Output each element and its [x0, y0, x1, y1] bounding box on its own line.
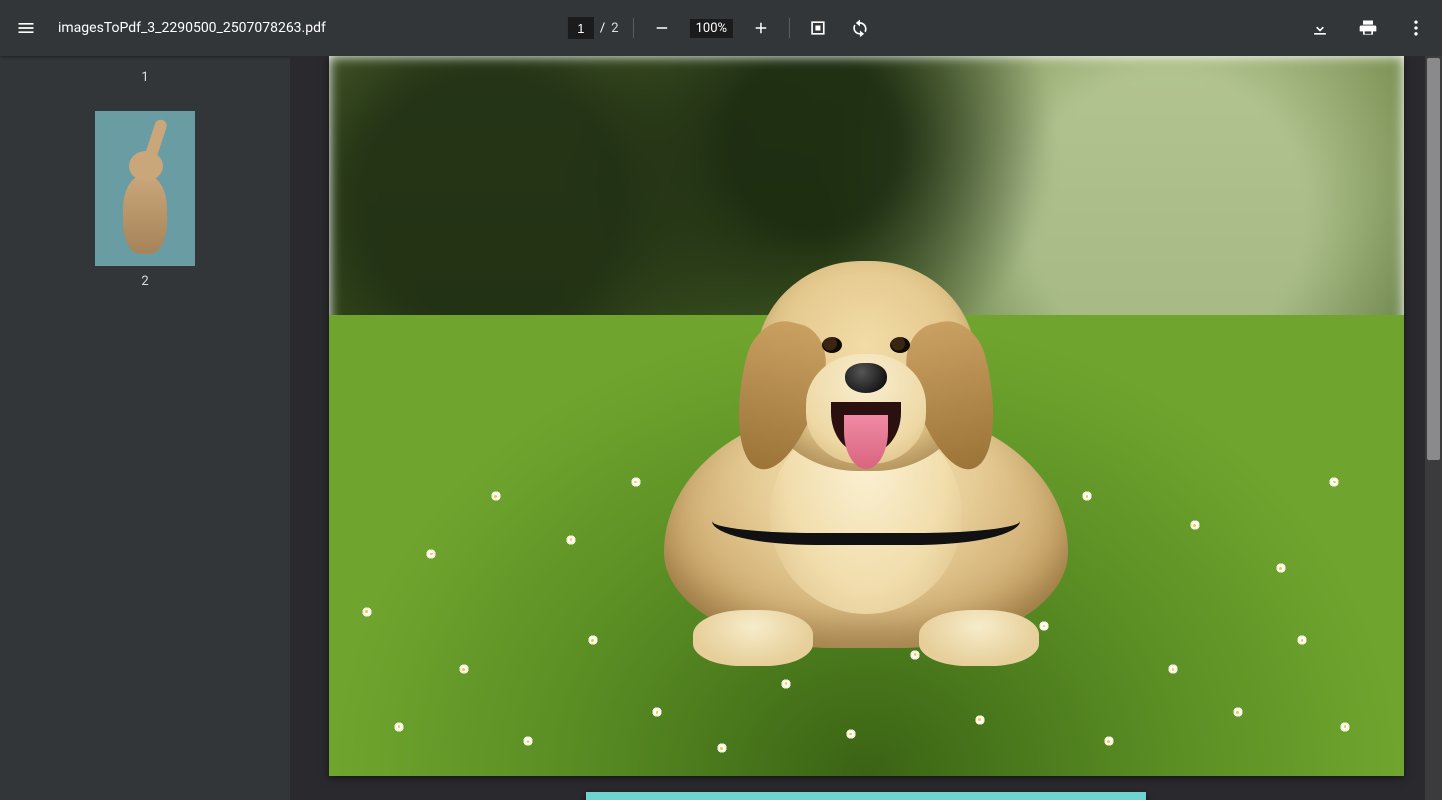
scrollbar-thumb[interactable] — [1427, 58, 1440, 460]
page-number-input[interactable] — [568, 17, 594, 39]
viewer-scroll[interactable] — [290, 56, 1442, 800]
fit-page-icon[interactable] — [804, 14, 832, 42]
thumbnail-image[interactable] — [95, 111, 195, 266]
vertical-scrollbar[interactable] — [1425, 56, 1442, 800]
thumbnail-item[interactable]: 1 — [141, 70, 148, 85]
page-image — [329, 56, 1404, 776]
menu-icon[interactable] — [12, 14, 40, 42]
page-total: 2 — [611, 21, 618, 36]
document-viewer — [290, 56, 1442, 800]
page-separator: / — [600, 21, 605, 36]
toolbar-separator — [789, 18, 790, 38]
toolbar-separator — [633, 18, 634, 38]
zoom-level[interactable]: 100% — [690, 19, 733, 38]
toolbar-left: imagesToPdf_3_2290500_2507078263.pdf — [12, 14, 326, 42]
pdf-page — [586, 792, 1146, 800]
zoom-out-icon[interactable] — [648, 14, 676, 42]
pdf-toolbar: imagesToPdf_3_2290500_2507078263.pdf / 2… — [0, 0, 1442, 56]
thumbnail-sidebar[interactable]: 1 2 — [0, 56, 290, 800]
rotate-icon[interactable] — [846, 14, 874, 42]
toolbar-right — [1306, 14, 1430, 42]
download-icon[interactable] — [1306, 14, 1334, 42]
zoom-in-icon[interactable] — [747, 14, 775, 42]
document-filename: imagesToPdf_3_2290500_2507078263.pdf — [58, 20, 326, 36]
pdf-page — [329, 56, 1404, 776]
toolbar-center: / 2 100% — [568, 14, 874, 42]
thumbnail-item[interactable]: 2 — [95, 111, 195, 289]
thumbnail-label: 1 — [141, 70, 148, 85]
page-indicator: / 2 — [568, 17, 619, 39]
more-icon[interactable] — [1402, 14, 1430, 42]
print-icon[interactable] — [1354, 14, 1382, 42]
thumbnail-label: 2 — [141, 274, 148, 289]
workspace: 1 2 — [0, 56, 1442, 800]
